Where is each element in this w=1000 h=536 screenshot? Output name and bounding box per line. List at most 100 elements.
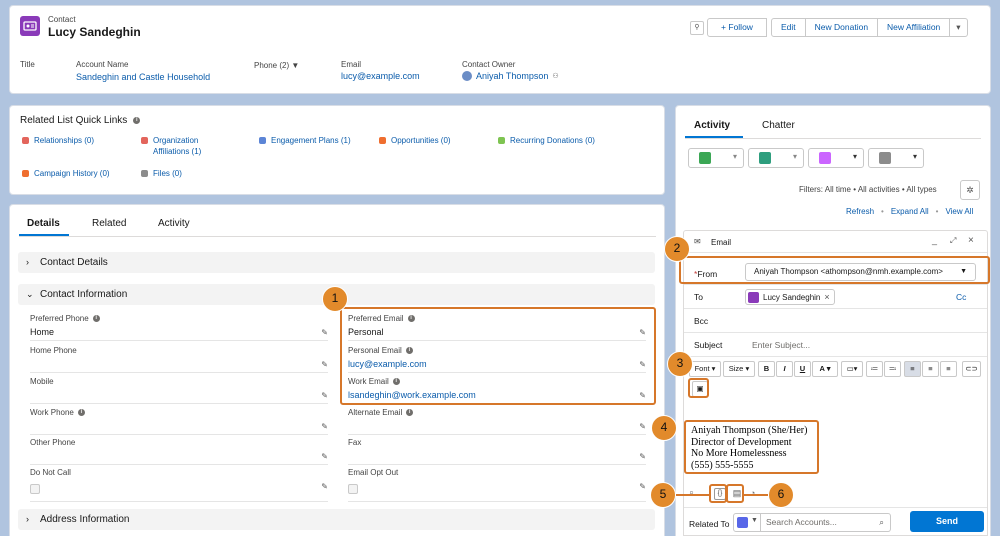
to-label: To <box>694 292 703 302</box>
bold-button[interactable]: B <box>758 361 775 377</box>
email-link[interactable]: lucy@example.com <box>341 71 420 81</box>
pencil-icon[interactable]: ✎ <box>321 328 328 337</box>
opportunities-icon <box>379 137 386 144</box>
related-object-select[interactable]: ▼ <box>733 513 761 532</box>
org-chart-button[interactable]: ⚲ <box>690 21 704 35</box>
email-title: Email <box>711 238 732 247</box>
quick-link-recurring-donations[interactable]: Recurring Donations (0) <box>498 135 595 146</box>
close-icon[interactable]: × <box>968 235 974 246</box>
related-to-label: Related To <box>689 519 730 529</box>
attach-button[interactable]: ⌕ <box>689 487 694 498</box>
expand-icon[interactable]: ⤢ <box>950 236 956 246</box>
align-right-icon: ≡ <box>946 364 951 373</box>
subject-input[interactable]: Enter Subject... <box>752 340 810 350</box>
font-select[interactable]: Font ▾ <box>689 361 721 377</box>
send-button[interactable]: Send <box>910 511 984 532</box>
section-title: Address Information <box>40 514 130 525</box>
more-options-button[interactable]: ◔ <box>750 488 755 498</box>
recipient-pill[interactable]: Lucy Sandeghin × <box>745 289 835 305</box>
preview-highlight <box>726 484 744 503</box>
chevron-down-icon: ⌄ <box>26 289 34 299</box>
more-actions-button[interactable]: ▾ <box>950 18 968 37</box>
image-button[interactable]: ▭▾ <box>841 361 863 377</box>
align-right-button[interactable]: ≡ <box>940 361 957 377</box>
tab-chatter[interactable]: Chatter <box>762 120 795 131</box>
account-name-link[interactable]: Sandeghin and Castle Household <box>76 72 210 82</box>
link-button[interactable]: ⊂⊃ <box>962 361 981 377</box>
edit-button[interactable]: Edit <box>771 18 806 37</box>
contact-owner-link[interactable]: Aniyah Thompson <box>476 71 548 81</box>
align-left-button[interactable]: ≡ <box>904 361 921 377</box>
new-task-button[interactable]: ▾ <box>688 148 744 168</box>
numbered-list-button[interactable]: ≕ <box>884 361 901 377</box>
pencil-icon[interactable]: ✎ <box>639 452 646 461</box>
gear-icon: ✲ <box>966 185 974 195</box>
do-not-call-checkbox[interactable] <box>30 484 40 494</box>
object-label: Contact <box>48 15 76 24</box>
new-event-button[interactable]: ▾ <box>808 148 864 168</box>
pencil-icon[interactable]: ✎ <box>639 482 646 491</box>
email-opt-out-checkbox[interactable] <box>348 484 358 494</box>
follow-button[interactable]: + Follow <box>707 18 767 37</box>
quick-link-engagement-plans[interactable]: Engagement Plans (1) <box>259 135 351 146</box>
size-select[interactable]: Size ▾ <box>723 361 755 377</box>
signature-highlight <box>684 420 819 474</box>
text-color-button[interactable]: A ▾ <box>812 361 838 377</box>
email-icon: ✉ <box>694 237 701 246</box>
quick-link-affiliations[interactable]: Organization Affiliations (1) <box>141 135 221 157</box>
clock-icon: ◔ <box>750 488 756 498</box>
chevron-down-icon: ▾ <box>792 152 797 161</box>
pencil-icon[interactable]: ✎ <box>321 422 328 431</box>
contact-details-section[interactable]: › Contact Details <box>18 252 655 273</box>
info-icon[interactable]: i <box>133 117 141 124</box>
email-icon <box>879 152 891 164</box>
activity-tabs-divider <box>685 138 981 139</box>
log-call-button[interactable]: ▾ <box>748 148 804 168</box>
pencil-icon[interactable]: ✎ <box>321 452 328 461</box>
search-icon: ⌕ <box>879 517 884 527</box>
new-affiliation-button[interactable]: New Affiliation <box>878 18 951 37</box>
other-phone-field: Other Phone ✎ <box>30 438 328 465</box>
recurring-donations-icon <box>498 137 505 144</box>
quick-link-campaign-history[interactable]: Campaign History (0) <box>22 168 110 179</box>
record-header: Contact Lucy Sandeghin ⚲ + Follow Edit N… <box>9 5 991 94</box>
related-search-input[interactable]: Search Accounts... ⌕ <box>761 513 891 532</box>
to-row: To Lucy Sandeghin × Cc <box>684 285 987 309</box>
italic-button[interactable]: I <box>776 361 793 377</box>
tab-related[interactable]: Related <box>92 218 126 229</box>
refresh-link[interactable]: Refresh <box>846 207 874 216</box>
pencil-icon[interactable]: ✎ <box>639 422 646 431</box>
account-name-label: Account Name <box>76 60 129 69</box>
bullet-list-button[interactable]: ≔ <box>866 361 883 377</box>
remove-icon[interactable]: × <box>824 292 829 302</box>
cc-link[interactable]: Cc <box>956 292 966 302</box>
phone-dropdown[interactable]: Phone (2) ▼ <box>254 61 299 70</box>
align-center-button[interactable]: ≡ <box>922 361 939 377</box>
expand-all-link[interactable]: Expand All <box>891 207 929 216</box>
change-owner-icon[interactable]: ⚇ <box>552 72 558 80</box>
quick-link-opportunities[interactable]: Opportunities (0) <box>379 135 451 146</box>
quick-link-relationships[interactable]: Relationships (0) <box>22 135 94 146</box>
view-all-link[interactable]: View All <box>945 207 973 216</box>
underline-button[interactable]: U <box>794 361 811 377</box>
link-icon: ⊂⊃ <box>965 364 978 373</box>
send-email-button[interactable]: ▾ <box>868 148 924 168</box>
quick-link-files[interactable]: Files (0) <box>141 168 182 179</box>
chevron-down-icon: ▼ <box>291 61 300 70</box>
tab-details[interactable]: Details <box>27 218 60 229</box>
info-icon: i <box>92 315 100 322</box>
pencil-icon[interactable]: ✎ <box>321 482 328 491</box>
new-donation-button[interactable]: New Donation <box>805 18 879 37</box>
email-header: ✉ Email _ ⤢ × <box>684 231 987 253</box>
pencil-icon[interactable]: ✎ <box>321 360 328 369</box>
home-phone-field: Home Phone ✎ <box>30 346 328 373</box>
tab-activity[interactable]: Activity <box>158 218 190 229</box>
chevron-down-icon: ▾ <box>912 152 917 161</box>
pencil-icon[interactable]: ✎ <box>321 391 328 400</box>
page-title: Lucy Sandeghin <box>48 25 141 39</box>
address-information-section[interactable]: › Address Information <box>18 509 655 530</box>
minimize-icon[interactable]: _ <box>932 235 937 245</box>
callout-5: 5 <box>650 482 676 508</box>
tab-activity-feed[interactable]: Activity <box>694 120 730 131</box>
filter-settings-button[interactable]: ✲ <box>960 180 980 200</box>
